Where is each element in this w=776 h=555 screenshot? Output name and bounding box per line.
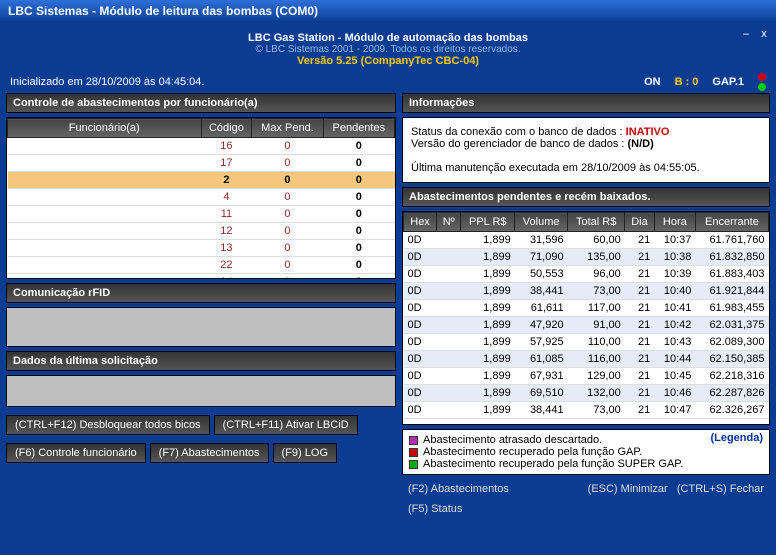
fillings-header: Abastecimentos pendentes e recém baixado… (402, 187, 770, 207)
table-row[interactable]: 200 (8, 172, 395, 189)
table-row[interactable]: 1300 (8, 240, 395, 257)
legend-panel: (Legenda) Abastecimento atrasado descart… (402, 429, 770, 475)
col-max[interactable]: Max Pend. (252, 119, 323, 138)
col-vol[interactable]: Volume (515, 213, 568, 232)
foot-ctrls[interactable]: (CTRL+S) Fechar (677, 483, 764, 495)
app-header: – x LBC Gas Station - Módulo de automaçã… (6, 28, 770, 71)
foot-esc[interactable]: (ESC) Minimizar (588, 483, 668, 495)
window-title: LBC Sistemas - Módulo de leitura das bom… (8, 4, 318, 18)
conn-value: INATIVO (626, 126, 670, 138)
fillings-button[interactable]: (F7) Abastecimentos (150, 443, 269, 463)
foot-f5[interactable]: (F5) Status (408, 503, 462, 515)
lastreq-header: Dados da última solicitação (6, 351, 396, 371)
window-titlebar: LBC Sistemas - Módulo de leitura das bom… (0, 0, 776, 22)
right-footer: (F2) Abastecimentos (ESC) Minimizar (CTR… (402, 479, 770, 499)
col-hora[interactable]: Hora (654, 213, 695, 232)
rfid-header: Comunicação rFID (6, 283, 396, 303)
table-row[interactable]: 0D1,89969,510132,002110:4662.287,826 (404, 385, 769, 402)
rfid-panel (6, 307, 396, 347)
legend-line2: Abastecimento recuperado pela função GAP… (423, 446, 642, 458)
dbver-label: Versão do gerenciador de banco de dados … (411, 138, 624, 150)
table-row[interactable]: 0D1,89938,44173,002110:4061.921,844 (404, 283, 769, 300)
fillings-table[interactable]: Hex Nº PPL R$ Volume Total R$ Dia Hora E… (403, 212, 769, 419)
info-header: Informações (402, 93, 770, 113)
status-on: ON (644, 76, 661, 88)
table-row[interactable]: 0D1,89967,931129,002110:4562.218,316 (404, 368, 769, 385)
table-row[interactable]: 0D1,89938,44173,002110:4762.326,267 (404, 402, 769, 419)
legend-title: (Legenda) (710, 432, 763, 444)
led-red-icon (758, 73, 766, 81)
col-pend[interactable]: Pendentes (323, 119, 394, 138)
foot-f2[interactable]: (F2) Abastecimentos (408, 483, 509, 495)
led-green-icon (758, 83, 766, 91)
legend-red-icon (409, 448, 418, 457)
activate-lbcid-button[interactable]: (CTRL+F11) Ativar LBCiD (214, 415, 358, 435)
col-no[interactable]: Nº (437, 213, 461, 232)
table-row[interactable]: 2200 (8, 257, 395, 274)
table-row[interactable]: 0D1,89931,59660,002110:3761.761,760 (404, 232, 769, 249)
unlock-nozzles-button[interactable]: (CTRL+F12) Desbloquear todos bicos (6, 415, 210, 435)
conn-label: Status da conexão com o banco de dados : (411, 126, 623, 138)
header-version: Versão 5.25 (CompanyTec CBC-04) (10, 55, 766, 67)
log-button[interactable]: (F9) LOG (273, 443, 337, 463)
legend-green-icon (409, 460, 418, 469)
table-row[interactable]: 1400 (8, 274, 395, 280)
col-enc[interactable]: Encerrante (695, 213, 768, 232)
header-copyright: © LBC Sistemas 2001 - 2009. Todos os dir… (10, 44, 766, 55)
status-gap: GAP.1 (712, 76, 744, 88)
legend-line1: Abastecimento atrasado descartado. (423, 434, 602, 446)
legend-magenta-icon (409, 436, 418, 445)
employees-header: Controle de abastecimentos por funcionár… (6, 93, 396, 113)
init-timestamp: Inicializado em 28/10/2009 às 04:45:04. (10, 76, 204, 88)
table-row[interactable]: 1200 (8, 223, 395, 240)
table-row[interactable]: 0D1,89950,55396,002110:3961.883,403 (404, 266, 769, 283)
legend-line3: Abastecimento recuperado pela função SUP… (423, 458, 683, 470)
table-row[interactable]: 0D1,89961,085116,002110:4462.150,385 (404, 351, 769, 368)
close-button[interactable]: x (758, 28, 770, 40)
table-row[interactable]: 0D1,89947,92091,002110:4262.031,375 (404, 317, 769, 334)
status-line: Inicializado em 28/10/2009 às 04:45:04. … (6, 71, 770, 93)
info-panel: Status da conexão com o banco de dados :… (402, 117, 770, 183)
right-footer2: (F5) Status (402, 503, 770, 519)
employees-table[interactable]: Funcionário(a) Código Max Pend. Pendente… (7, 118, 395, 279)
table-row[interactable]: 1100 (8, 206, 395, 223)
col-hex[interactable]: Hex (404, 213, 437, 232)
table-row[interactable]: 0D1,89971,090135,002110:3861.832,850 (404, 249, 769, 266)
col-tot[interactable]: Total R$ (568, 213, 625, 232)
employee-control-button[interactable]: (F6) Controle funcionário (6, 443, 146, 463)
maintenance-text: Última manutenção executada em 28/10/200… (411, 162, 761, 174)
table-row[interactable]: 1600 (8, 138, 395, 155)
col-cod[interactable]: Código (201, 119, 252, 138)
col-dia[interactable]: Dia (625, 213, 655, 232)
table-row[interactable]: 400 (8, 189, 395, 206)
table-row[interactable]: 1700 (8, 155, 395, 172)
table-row[interactable]: 0D1,89957,925110,002110:4362.089,300 (404, 334, 769, 351)
header-title: LBC Gas Station - Módulo de automação da… (10, 32, 766, 44)
lastreq-panel (6, 375, 396, 407)
col-ppl[interactable]: PPL R$ (461, 213, 515, 232)
dbver-value: (N/D) (628, 138, 654, 150)
table-row[interactable]: 0D1,89961,611117,002110:4161.983,455 (404, 300, 769, 317)
col-func[interactable]: Funcionário(a) (8, 119, 202, 138)
minimize-button[interactable]: – (740, 28, 752, 40)
status-b: B : 0 (675, 76, 699, 88)
